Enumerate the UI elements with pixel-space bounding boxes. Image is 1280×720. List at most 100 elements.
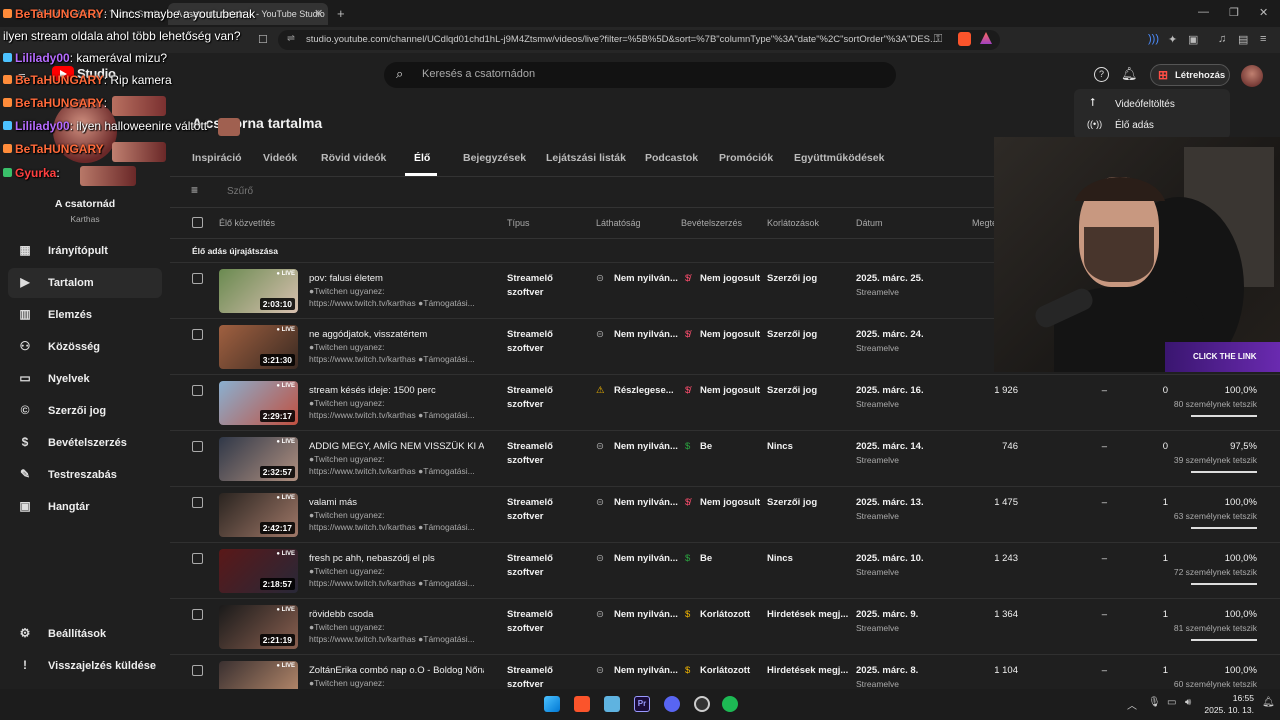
window-close-icon[interactable]: ✕ [1259,6,1268,19]
column-header-video[interactable]: Élő közvetítés [219,218,275,228]
network-icon[interactable]: ▭ [1167,697,1176,708]
video-title[interactable]: rövidebb csoda [309,609,484,620]
video-title[interactable]: ADDIG MEGY, AMÍG NEM VISSZÜK KI A DE... [309,441,484,452]
tab-live[interactable]: Élő [414,152,430,164]
clock-date[interactable]: 2025. 10. 13. [1196,705,1254,715]
column-header-type[interactable]: Típus [507,218,530,228]
visibility-cell[interactable]: Részlegese... [614,385,674,396]
video-thumbnail[interactable]: ● LIVE 2:03:10 [219,269,298,313]
premiere-pro-icon[interactable]: Pr [634,696,650,712]
restrictions-cell[interactable]: Nincs [767,553,793,564]
channel-search-input[interactable]: ⌕ Keresés a csatornádon [384,62,896,88]
video-title[interactable]: fresh pc ahh, nebaszódj el pls [309,553,484,564]
tray-mic-icon[interactable]: 🎙︎ [1148,697,1161,708]
tab-videos[interactable]: Videók [263,152,297,164]
tab-collaborations[interactable]: Együttműködések [794,152,884,164]
tab-inspiration[interactable]: Inspiráció [192,152,242,164]
restrictions-cell[interactable]: Szerzői jog [767,273,817,284]
row-checkbox[interactable] [192,329,203,340]
sidebar-item-monetization[interactable]: $ Bevételszerzés [8,428,162,458]
sidebar-toggle-icon[interactable]: ▣ [1188,33,1198,46]
close-tab-icon[interactable]: ✕ [314,7,323,20]
sidebar-item-audio-library[interactable]: ▣ Hangtár [8,492,162,522]
notepad-icon[interactable] [604,696,620,712]
tab-shorts[interactable]: Rövid videók [321,152,386,164]
column-header-date[interactable]: Dátum [856,218,883,228]
sidebar-item-customization[interactable]: ✎ Testreszabás [8,460,162,490]
create-button[interactable]: ⊞ Létrehozás [1150,64,1230,86]
column-header-monetization[interactable]: Bevételszerzés [681,218,742,228]
monetization-cell[interactable]: Nem jogosult [700,329,760,340]
row-checkbox[interactable] [192,385,203,396]
menu-icon[interactable]: ≡ [1260,33,1266,45]
video-title[interactable]: stream késés ideje: 1500 perc [309,385,484,396]
monetization-cell[interactable]: Nem jogosult [700,273,760,284]
video-thumbnail[interactable]: ● LIVE 3:21:30 [219,325,298,369]
select-all-checkbox[interactable] [192,217,203,228]
visibility-cell[interactable]: Nem nyilván... [614,553,678,564]
restrictions-cell[interactable]: Nincs [767,441,793,452]
sidebar-item-dashboard[interactable]: ▦ Irányítópult [8,236,162,266]
wallet-icon[interactable]: ▤ [1238,33,1248,46]
video-thumbnail[interactable]: ● LIVE 2:32:57 [219,437,298,481]
visibility-cell[interactable]: Nem nyilván... [614,497,678,508]
video-title[interactable]: valami más [309,497,484,508]
media-icon[interactable]: ♫ [1218,33,1226,45]
video-title[interactable]: pov: falusi életem [309,273,484,284]
sidebar-item-copyright[interactable]: © Szerzői jog [8,396,162,426]
menu-item-go-live[interactable]: ((•)) Élő adás [1074,116,1230,136]
row-checkbox[interactable] [192,609,203,620]
restrictions-cell[interactable]: Hirdetések megj... [767,609,848,620]
row-checkbox[interactable] [192,665,203,676]
row-checkbox[interactable] [192,497,203,508]
sidebar-item-analytics[interactable]: ▥ Elemzés [8,300,162,330]
site-settings-icon[interactable]: ⇌ [287,33,295,44]
extensions-puzzle-icon[interactable]: ✦ [1168,33,1177,46]
notification-bell-icon[interactable]: 🔔︎ [1262,697,1275,708]
monetization-cell[interactable]: Be [700,553,712,564]
sidebar-item-languages[interactable]: ▭ Nyelvek [8,364,162,394]
filter-icon[interactable]: ≡ [191,183,198,197]
brave-browser-icon[interactable] [574,696,590,712]
table-row[interactable]: ● LIVE 2:29:17 stream késés ideje: 1500 pe… [170,374,1280,430]
column-header-restrictions[interactable]: Korlátozások [767,218,819,228]
notifications-bell-icon[interactable]: 🔔︎ [1121,66,1138,82]
bookmark-icon[interactable]: ☐ [258,33,268,46]
row-checkbox[interactable] [192,553,203,564]
video-title[interactable]: ne aggódjatok, visszatértem [309,329,484,340]
tab-posts[interactable]: Bejegyzések [463,152,526,164]
minimize-icon[interactable]: — [1198,6,1209,18]
visibility-cell[interactable]: Nem nyilván... [614,329,678,340]
menu-item-upload[interactable]: ⭡ Videófeltöltés [1074,95,1230,115]
brave-shields-icon[interactable] [958,32,971,46]
restrictions-cell[interactable]: Hirdetések megj... [767,665,848,676]
tab-podcasts[interactable]: Podcastok [645,152,698,164]
video-thumbnail[interactable]: ● LIVE 2:21:19 [219,605,298,649]
row-checkbox[interactable] [192,441,203,452]
video-thumbnail[interactable]: ● LIVE 2:42:17 [219,493,298,537]
tab-promotions[interactable]: Promóciók [719,152,773,164]
clock-time[interactable]: 16:55 [1200,693,1254,703]
video-thumbnail[interactable]: ● LIVE 2:29:17 [219,381,298,425]
tab-playlists[interactable]: Lejátszási listák [546,152,626,164]
monetization-cell[interactable]: Be [700,441,712,452]
video-title[interactable]: ZoltánErika combó nap o.O - Boldog Nőna.… [309,665,484,676]
monetization-cell[interactable]: Korlátozott [700,609,750,620]
restrictions-cell[interactable]: Szerzői jog [767,497,817,508]
monetization-cell[interactable]: Nem jogosult [700,497,760,508]
key-icon[interactable]: ⚿ [934,33,942,46]
monetization-cell[interactable]: Korlátozott [700,665,750,676]
table-row[interactable]: ● LIVE 2:42:17 valami más ●Twitchen ugyanez… [170,486,1280,542]
volume-icon[interactable]: 🔊︎ [1185,697,1191,708]
monetization-cell[interactable]: Nem jogosult [700,385,760,396]
visibility-cell[interactable]: Nem nyilván... [614,273,678,284]
table-row[interactable]: ● LIVE 2:32:57 ADDIG MEGY, AMÍG NEM VISSZÜ… [170,430,1280,486]
visibility-cell[interactable]: Nem nyilván... [614,441,678,452]
url-field[interactable]: ⇌ studio.youtube.com/channel/UCdlqd01chd… [278,30,1000,50]
sidebar-item-content[interactable]: ▶ Tartalom [8,268,162,298]
restrictions-cell[interactable]: Szerzői jog [767,329,817,340]
column-header-visibility[interactable]: Láthatóság [596,218,641,228]
obs-icon[interactable] [694,696,710,712]
avatar[interactable] [1241,65,1263,87]
restrictions-cell[interactable]: Szerzői jog [767,385,817,396]
